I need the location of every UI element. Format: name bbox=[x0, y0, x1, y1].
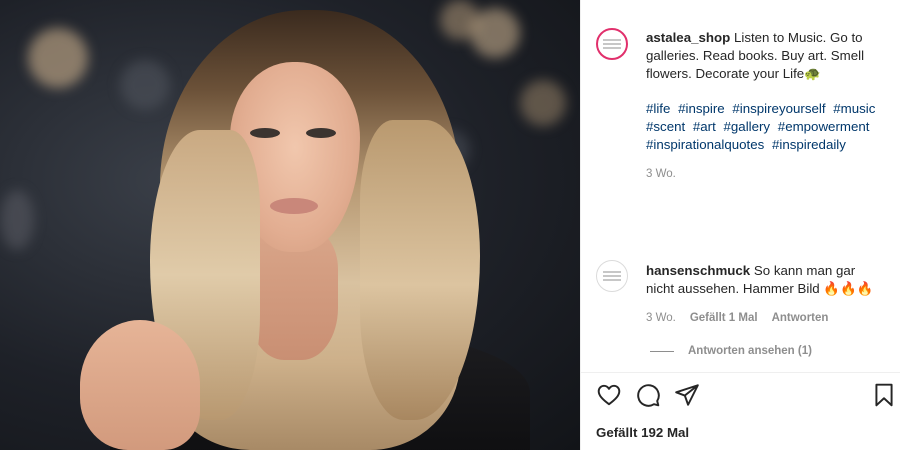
hashtag-link[interactable]: #inspire bbox=[678, 101, 725, 116]
post-image[interactable] bbox=[0, 0, 580, 450]
hashtag-link[interactable]: #empowerment bbox=[778, 119, 870, 134]
hashtag-link[interactable]: #inspiredaily bbox=[772, 137, 846, 152]
bokeh-light bbox=[28, 28, 88, 88]
hashtag-link[interactable]: #inspirationalquotes bbox=[646, 137, 764, 152]
portrait-eye bbox=[250, 128, 280, 138]
bokeh-light bbox=[0, 190, 34, 250]
comment-likes[interactable]: Gefällt 1 Mal bbox=[690, 312, 758, 324]
view-replies-button[interactable]: Antworten ansehen (1) bbox=[650, 345, 812, 357]
replies-dash bbox=[650, 350, 674, 352]
bokeh-light bbox=[520, 80, 566, 126]
bokeh-light bbox=[120, 60, 170, 110]
hashtag-list: #life #inspire #inspireyourself #music #… bbox=[646, 100, 886, 154]
heart-icon[interactable] bbox=[596, 382, 622, 408]
comment-meta: 3 Wo. Gefällt 1 Mal Antworten bbox=[646, 312, 828, 324]
comment-timestamp[interactable]: 3 Wo. bbox=[646, 312, 676, 324]
hashtag-link[interactable]: #art bbox=[693, 119, 716, 134]
comment: hansenschmuck So kann man gar nicht auss… bbox=[646, 262, 886, 298]
post-caption: astalea_shop Listen to Music. Go to gall… bbox=[646, 29, 886, 83]
caption-emoji: 🐢 bbox=[804, 66, 821, 81]
actions-divider bbox=[580, 372, 900, 373]
hashtag-link[interactable]: #music bbox=[833, 101, 875, 116]
bookmark-icon[interactable] bbox=[871, 382, 897, 408]
commenter-username[interactable]: hansenschmuck bbox=[646, 263, 750, 278]
portrait-hand bbox=[80, 320, 200, 450]
hashtag-link[interactable]: #gallery bbox=[724, 119, 771, 134]
comment-emojis: 🔥🔥🔥 bbox=[823, 281, 874, 296]
comment-icon[interactable] bbox=[635, 382, 661, 408]
portrait-lips bbox=[270, 198, 318, 214]
avatar-placeholder-icon bbox=[603, 271, 621, 281]
hashtag-link[interactable]: #scent bbox=[646, 119, 685, 134]
bokeh-light bbox=[440, 0, 480, 40]
hashtag-link[interactable]: #life bbox=[646, 101, 670, 116]
avatar-placeholder-icon bbox=[603, 39, 621, 49]
likes-count[interactable]: Gefällt 192 Mal bbox=[596, 425, 689, 440]
reply-button[interactable]: Antworten bbox=[772, 312, 829, 324]
hashtag-link[interactable]: #inspireyourself bbox=[732, 101, 825, 116]
view-replies-label: Antworten ansehen (1) bbox=[688, 345, 812, 357]
post-timestamp[interactable]: 3 Wo. bbox=[646, 168, 676, 180]
poster-username[interactable]: astalea_shop bbox=[646, 30, 730, 45]
poster-avatar[interactable] bbox=[596, 28, 628, 60]
commenter-avatar[interactable] bbox=[596, 260, 628, 292]
share-icon[interactable] bbox=[674, 382, 700, 408]
portrait-eye bbox=[306, 128, 336, 138]
